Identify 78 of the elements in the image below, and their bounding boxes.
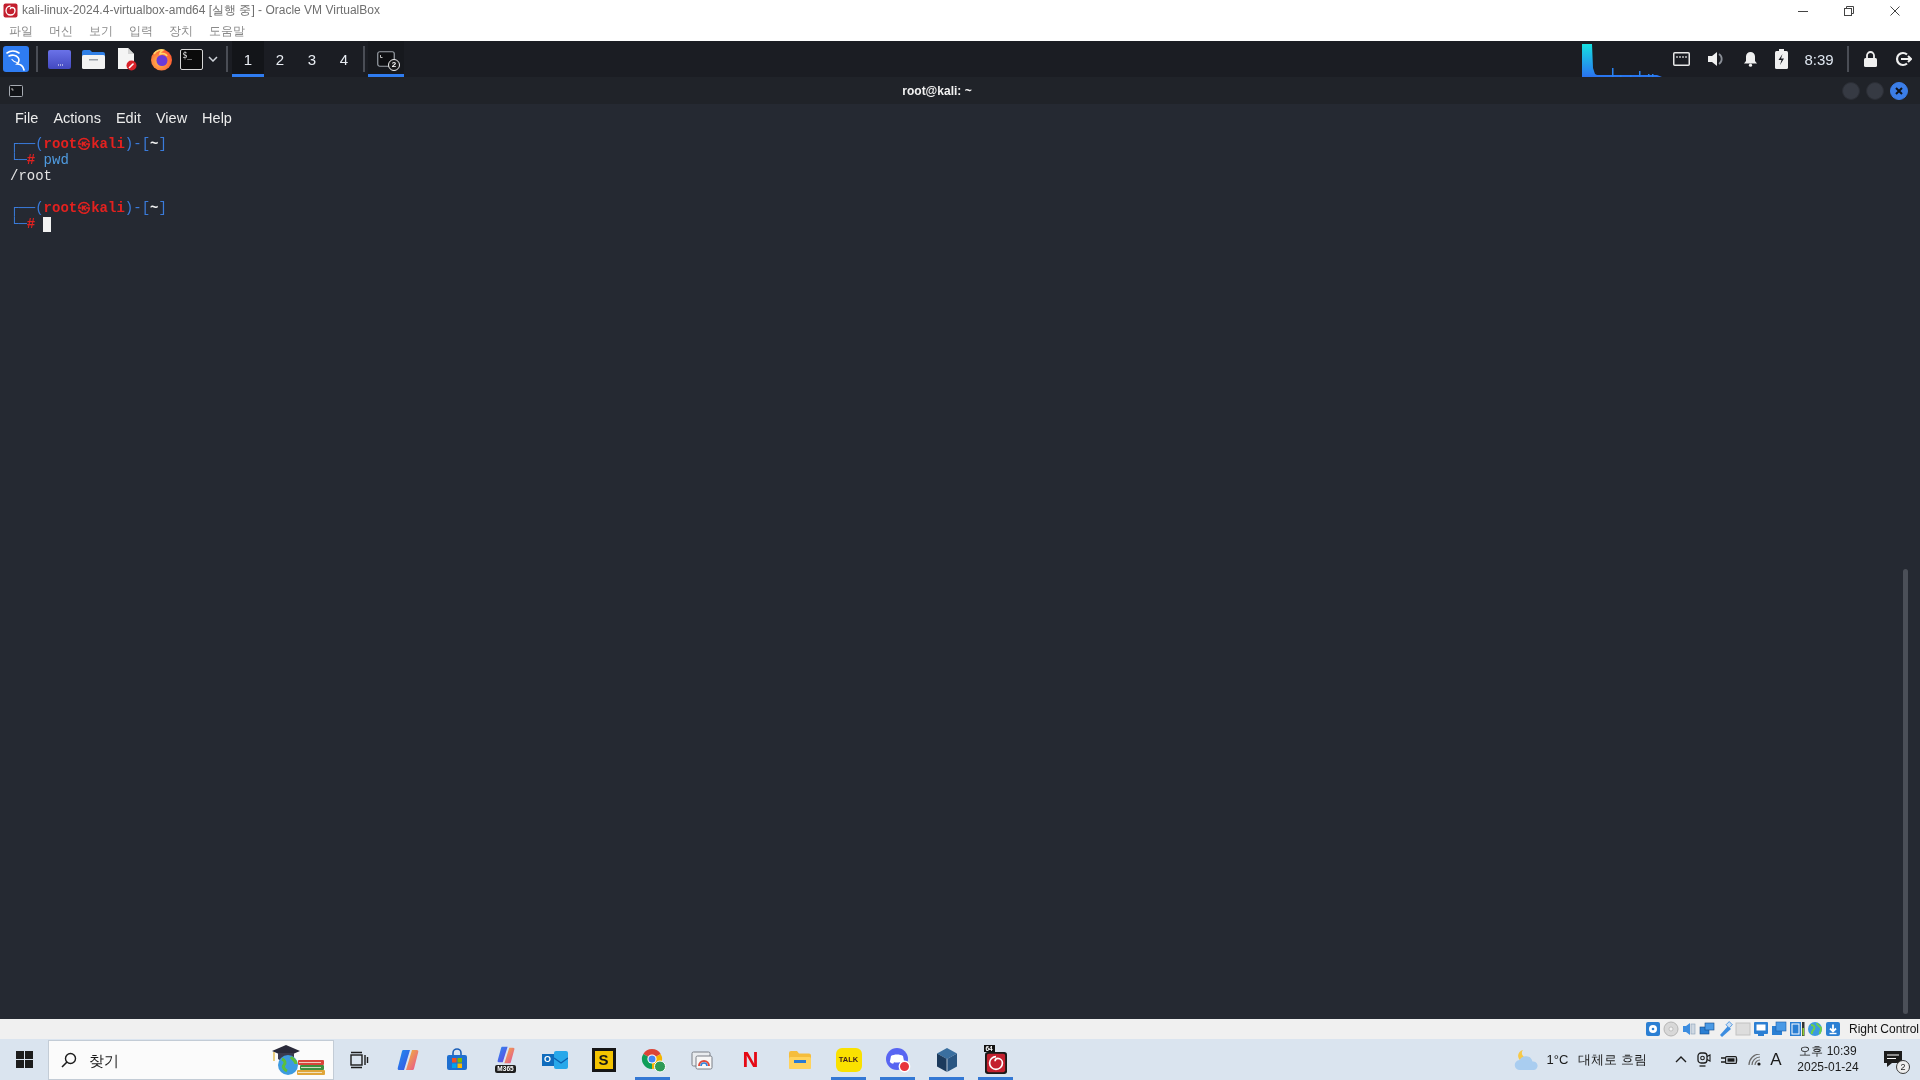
swirl-tile-icon[interactable]	[983, 1052, 1008, 1074]
mail-icon[interactable]	[553, 1050, 568, 1069]
app-label: O	[541, 1053, 554, 1066]
menu-item[interactable]: Help	[202, 110, 232, 126]
browser-globe-icon[interactable]	[149, 47, 173, 71]
chevron-up-icon[interactable]	[1675, 1056, 1687, 1063]
input-mode-indicator[interactable]: A	[1770, 1051, 1782, 1068]
terminal-window-icon	[377, 50, 395, 67]
prompt-line: └─#	[10, 216, 36, 232]
window-title: root@kali: ~	[902, 83, 972, 98]
lock-icon[interactable]	[1863, 51, 1877, 67]
screens-icon[interactable]	[1770, 1021, 1787, 1037]
document-pen-icon[interactable]	[117, 47, 137, 71]
window-title: kali-linux-2024.4-virtualbox-amd64 [실행 중] - Oracle VM VirtualBox	[22, 2, 380, 19]
chevron-down-icon[interactable]	[208, 56, 218, 62]
weather-condition: 대체로 흐림	[1578, 1050, 1647, 1069]
bell-icon[interactable]	[1742, 51, 1758, 67]
shopping-bag-icon[interactable]	[444, 1047, 469, 1072]
notification-badge: 2	[1896, 1060, 1910, 1074]
workspace-tab[interactable]: 2	[264, 41, 296, 77]
close-icon	[1895, 86, 1903, 95]
network-port-icon[interactable]	[1672, 52, 1690, 66]
display-icon[interactable]	[1752, 1021, 1769, 1037]
swirl-logo-icon	[3, 3, 18, 18]
round-browser-icon[interactable]	[639, 1046, 666, 1073]
menu-item[interactable]: 보기	[89, 24, 113, 38]
clock: 8:39	[1804, 50, 1834, 68]
menu-item[interactable]: 파일	[9, 24, 33, 38]
workspace-tab[interactable]: 1	[232, 41, 264, 77]
task-view-icon[interactable]	[348, 1050, 369, 1069]
screen-window-icon[interactable]	[689, 1048, 714, 1071]
menu-item[interactable]: View	[155, 110, 188, 126]
count-badge: 2	[388, 59, 400, 71]
webcam-icon[interactable]	[1697, 1052, 1711, 1067]
menu-item[interactable]: File	[15, 110, 39, 126]
weather-temperature: 1°C	[1546, 1052, 1569, 1067]
wifi-icon[interactable]	[1747, 1053, 1761, 1066]
clock-time[interactable]: 오후 10:39	[1799, 1045, 1857, 1058]
clock-date[interactable]: 2025-01-24	[1797, 1061, 1859, 1074]
menu-item[interactable]: 머신	[49, 24, 73, 38]
menu-item[interactable]: Edit	[115, 110, 141, 126]
scrollbar-thumb[interactable]	[1903, 569, 1908, 1014]
close-button[interactable]	[1890, 81, 1908, 100]
round-chat-icon[interactable]	[884, 1046, 911, 1073]
close-icon[interactable]	[1890, 5, 1900, 16]
host-key-label: Right Control	[1848, 1022, 1919, 1036]
workspace-tab[interactable]: 4	[328, 41, 360, 77]
terminal-icon[interactable]	[9, 84, 23, 97]
menu-item[interactable]: 도움말	[209, 24, 245, 38]
cube-icon[interactable]	[934, 1046, 959, 1073]
workspace-tab[interactable]: 3	[296, 41, 328, 77]
desktop-icon[interactable]	[47, 49, 71, 69]
menu-item[interactable]: 장치	[169, 24, 193, 38]
prompt-line: └─# pwd	[10, 152, 69, 168]
menu-item[interactable]: 입력	[129, 24, 153, 38]
battery-charging-icon[interactable]	[1774, 49, 1788, 69]
message-icon[interactable]	[1883, 1050, 1903, 1069]
meter-icon[interactable]	[1788, 1021, 1805, 1037]
search-icon	[61, 1052, 77, 1068]
folder-icon[interactable]	[81, 49, 105, 69]
dragon-logo-icon[interactable]	[3, 46, 29, 72]
app-tile[interactable]: S	[591, 1047, 616, 1072]
speaker-icon[interactable]	[1680, 1021, 1697, 1037]
output-line: /root	[10, 168, 52, 184]
prompt-line: ┌──(root㉿kali)-[~]	[10, 136, 167, 152]
network-icon[interactable]	[1698, 1021, 1715, 1037]
volume-icon[interactable]	[1707, 51, 1725, 67]
logout-icon[interactable]	[1894, 51, 1912, 67]
restore-icon[interactable]	[1844, 5, 1854, 16]
prompt-line: ┌──(root㉿kali)-[~]	[10, 200, 167, 216]
four-pane-logo-icon[interactable]	[15, 1051, 33, 1068]
menu-item[interactable]: Actions	[53, 110, 101, 126]
battery-plug-icon[interactable]	[1720, 1054, 1738, 1065]
slanted-bars-icon[interactable]	[395, 1047, 420, 1072]
terminal-launcher[interactable]: $_	[179, 48, 203, 70]
search-field[interactable]: 찾기	[48, 1040, 334, 1080]
task-button[interactable]: 2	[368, 41, 404, 77]
logo-letter[interactable]: N	[742, 1048, 759, 1071]
